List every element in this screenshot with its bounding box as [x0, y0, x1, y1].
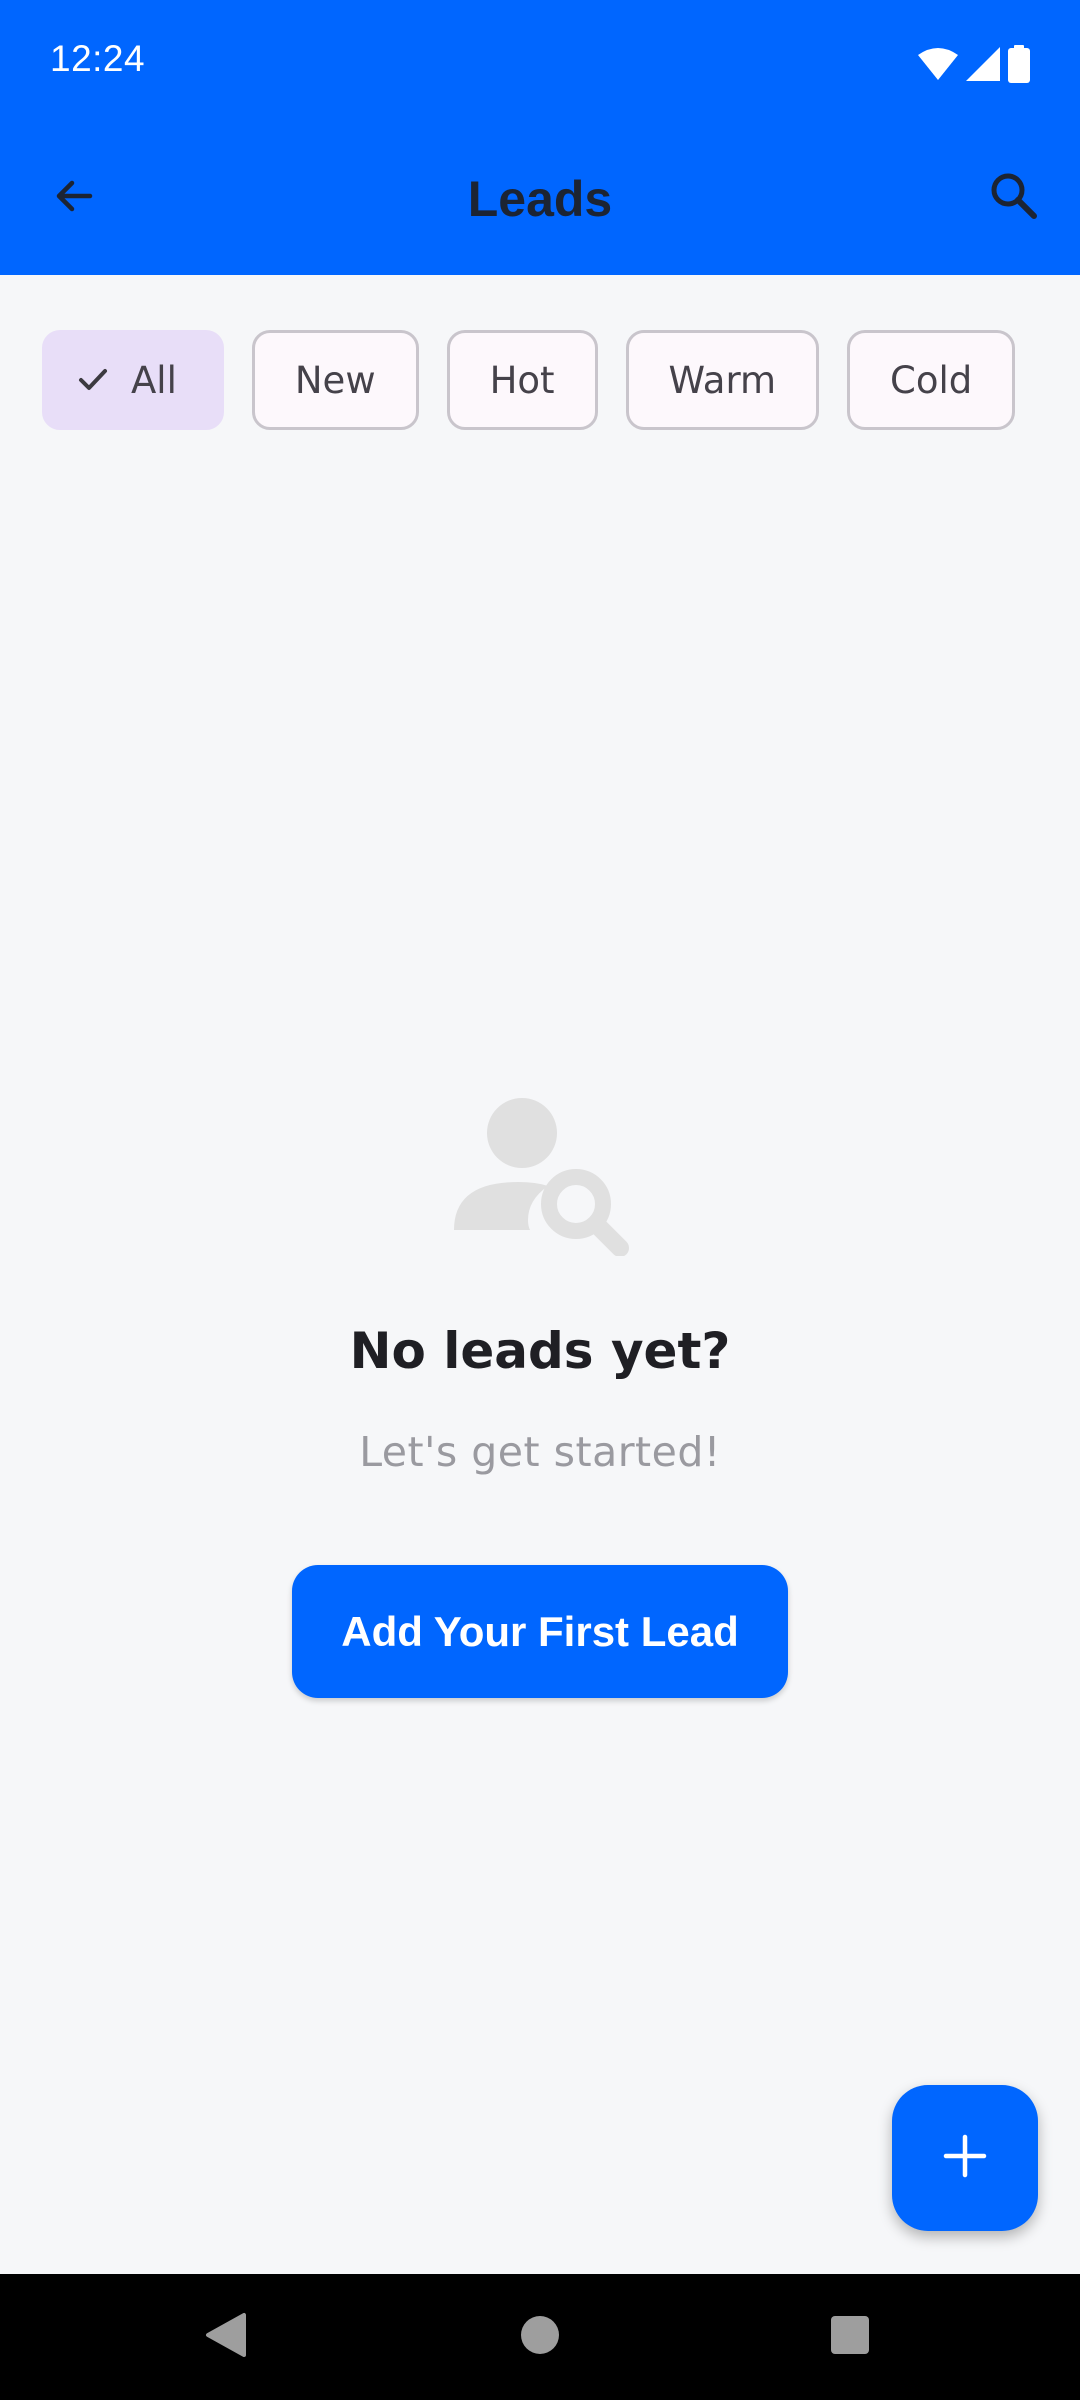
- chip-label: Warm: [668, 358, 777, 402]
- search-button[interactable]: [978, 162, 1050, 234]
- system-navigation-bar: [0, 2274, 1080, 2400]
- chip-hot[interactable]: Hot: [446, 330, 598, 430]
- wifi-icon: [918, 47, 958, 81]
- nav-home-button[interactable]: [480, 2274, 600, 2400]
- chip-label: New: [294, 358, 376, 402]
- chip-new[interactable]: New: [251, 330, 419, 430]
- status-time: 12:24: [50, 38, 146, 79]
- app-bar: Leads: [0, 130, 1080, 275]
- search-icon: [988, 170, 1040, 226]
- chip-label: All: [131, 358, 177, 402]
- filter-chips: All New Hot Warm Cold: [42, 330, 1016, 430]
- check-icon: [75, 362, 111, 398]
- nav-home-icon: [519, 2314, 561, 2360]
- person-search-icon: [450, 1090, 630, 1257]
- nav-recents-icon: [830, 2315, 870, 2359]
- chip-warm[interactable]: Warm: [625, 330, 820, 430]
- empty-state-subtitle: Let's get started!: [359, 1428, 721, 1476]
- page-title: Leads: [467, 171, 613, 227]
- cellular-signal-icon: [966, 47, 1000, 81]
- add-lead-fab[interactable]: [892, 2085, 1038, 2231]
- empty-state-title: No leads yet?: [349, 1322, 731, 1380]
- status-bar: 12:24: [0, 0, 1080, 130]
- leads-screen: 12:24 Leads All New Hot Warm Cold No lea…: [0, 0, 1080, 2400]
- add-first-lead-button[interactable]: Add Your First Lead: [292, 1565, 788, 1698]
- battery-icon: [1008, 45, 1030, 83]
- chip-cold[interactable]: Cold: [847, 330, 1016, 430]
- nav-back-icon: [204, 2311, 248, 2363]
- chip-all[interactable]: All: [42, 330, 224, 430]
- plus-icon: [942, 2133, 988, 2183]
- nav-back-button[interactable]: [166, 2274, 286, 2400]
- chip-label: Hot: [489, 358, 555, 402]
- header: 12:24 Leads: [0, 0, 1080, 275]
- nav-recents-button[interactable]: [790, 2274, 910, 2400]
- status-icons: [918, 44, 1030, 84]
- chip-label: Cold: [890, 358, 973, 402]
